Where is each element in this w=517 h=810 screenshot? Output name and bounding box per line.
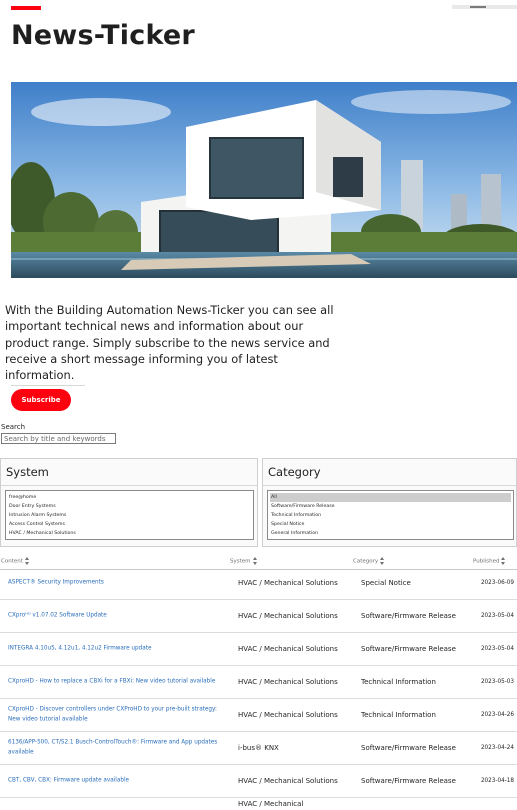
row-published: 2023-05-04 <box>480 646 514 652</box>
column-header-content[interactable]: Content <box>1 557 30 565</box>
system-option[interactable]: Access Control Systems <box>8 520 251 529</box>
row-title-link[interactable]: CBT, CBV, CBX: Firmware update available <box>8 776 223 786</box>
sort-icon <box>24 557 30 565</box>
category-option[interactable]: All <box>270 493 511 502</box>
search-input[interactable] <box>1 433 116 444</box>
row-system: HVAC / Mechanical Solutions <box>238 710 338 719</box>
sort-icon <box>380 557 385 565</box>
system-filter-panel: System free@home Door Entry Systems Intr… <box>0 458 258 547</box>
search-label: Search <box>1 423 26 431</box>
table-row: CXproᴴᴰ v1.07.02 Software Update HVAC / … <box>0 600 517 633</box>
accent-bar <box>11 6 41 10</box>
sort-icon <box>252 557 258 565</box>
row-category: Software/Firmware Release <box>361 776 456 785</box>
row-title-link[interactable]: CXproHD - Discover controllers under CXP… <box>8 706 223 725</box>
page-title: News-Ticker <box>11 20 195 51</box>
scroll-indicator <box>452 5 517 9</box>
system-option[interactable]: Door Entry Systems <box>8 502 251 511</box>
row-title-link[interactable]: CXproHD - How to replace a CBXi for a FB… <box>8 677 223 687</box>
row-system: HVAC / Mechanical Solutions <box>238 776 338 785</box>
divider <box>263 485 516 486</box>
category-option[interactable]: Technical Information <box>270 511 511 520</box>
category-filter-panel: Category All Software/Firmware Release T… <box>262 458 517 547</box>
row-title-link[interactable]: CXproᴴᴰ v1.07.02 Software Update <box>8 611 223 621</box>
row-title-link[interactable]: 6136/APP-500, CT/S2.1 Busch-ControlTouch… <box>8 739 223 758</box>
row-system: HVAC / Mechanical Solutions <box>238 644 338 653</box>
row-published: 2023-04-24 <box>480 745 514 751</box>
table-row: ASPECT® Security Improvements HVAC / Mec… <box>0 567 517 600</box>
subscribe-divider <box>11 385 85 386</box>
system-filter-title: System <box>6 465 49 479</box>
row-title-link[interactable]: INTEGRA 4.10u5, 4.12u1, 4.12u2 Firmware … <box>8 644 223 654</box>
row-published: 2023-04-26 <box>480 712 514 718</box>
table-row: 6136/APP-500, CT/S2.1 Busch-ControlTouch… <box>0 732 517 765</box>
row-published: 2023-05-03 <box>480 679 514 685</box>
system-option[interactable]: free@home <box>8 493 251 502</box>
table-row: INTEGRA 4.10u5, 4.12u1, 4.12u2 Firmware … <box>0 633 517 666</box>
system-option[interactable]: HVAC / Mechanical Solutions <box>8 529 251 538</box>
hero-image <box>11 82 517 278</box>
divider <box>1 485 257 486</box>
category-option[interactable]: Software/Firmware Release <box>270 502 511 511</box>
row-system: HVAC / Mechanical Solutions <box>238 611 338 620</box>
category-option[interactable]: Special Notice <box>270 520 511 529</box>
column-header-category[interactable]: Category <box>353 557 385 565</box>
row-category: Technical Information <box>361 677 436 686</box>
column-header-system[interactable]: System <box>230 557 258 565</box>
table-row: CXproHD - Discover controllers under CXP… <box>0 699 517 732</box>
sort-icon <box>501 557 506 565</box>
table-row: HVAC / Mechanical <box>0 798 517 808</box>
column-header-published[interactable]: Published <box>473 557 506 565</box>
category-option[interactable]: General Information <box>270 529 511 538</box>
system-listbox[interactable]: free@home Door Entry Systems Intrusion A… <box>5 490 254 540</box>
row-published: 2023-04-18 <box>480 778 514 784</box>
row-category: Software/Firmware Release <box>361 743 456 752</box>
row-category: Software/Firmware Release <box>361 644 456 653</box>
table-row: CBT, CBV, CBX: Firmware update available… <box>0 765 517 798</box>
row-title-link[interactable]: ASPECT® Security Improvements <box>8 578 223 588</box>
row-category: Software/Firmware Release <box>361 611 456 620</box>
row-published: 2023-06-09 <box>480 580 514 586</box>
row-category: Technical Information <box>361 710 436 719</box>
subscribe-button[interactable]: Subscribe <box>11 389 71 411</box>
table-row: CXproHD - How to replace a CBXi for a FB… <box>0 666 517 699</box>
row-system: HVAC / Mechanical Solutions <box>238 578 338 587</box>
category-listbox[interactable]: All Software/Firmware Release Technical … <box>267 490 514 540</box>
intro-text: With the Building Automation News-Ticker… <box>5 303 334 383</box>
row-published: 2023-05-04 <box>480 613 514 619</box>
row-system: HVAC / Mechanical Solutions <box>238 677 338 686</box>
system-option[interactable]: Intrusion Alarm Systems <box>8 511 251 520</box>
row-category: Special Notice <box>361 578 411 587</box>
row-system: i-bus® KNX <box>238 743 279 752</box>
category-filter-title: Category <box>268 465 321 479</box>
